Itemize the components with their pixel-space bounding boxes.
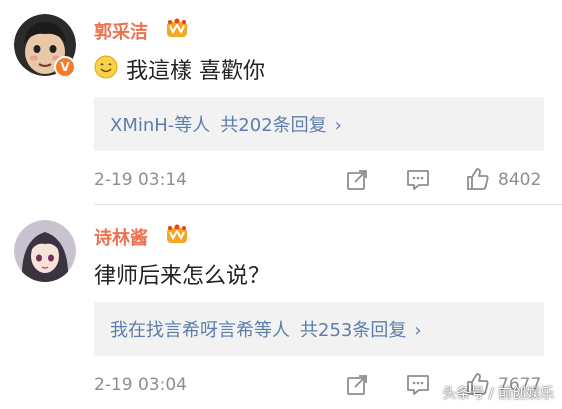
comment-time: 2-19 03:14 xyxy=(94,170,187,190)
username[interactable]: 郭采洁 xyxy=(94,18,148,44)
vip-crown-icon xyxy=(167,18,187,37)
chevron-right-icon: › xyxy=(414,320,422,341)
comment-icon[interactable] xyxy=(405,373,431,397)
watermark: 头条号 / 前创娱乐 xyxy=(442,386,554,402)
comment-text: 律师后来怎么说？ xyxy=(94,264,271,289)
reply-summary-box[interactable]: 我在找言希呀言希等人 共253条回复 › xyxy=(94,302,544,356)
like-icon[interactable] xyxy=(465,166,491,192)
chevron-right-icon: › xyxy=(334,115,342,136)
comment-item: 诗林酱 律师后来怎么说？ 我在找言希呀言希等人 共253条回复 › 2-19 03:… xyxy=(0,205,562,409)
reply-count: 共253条回复 xyxy=(300,320,407,341)
comment-item: V 郭采洁 我這樣 喜歡你 XMinH-等人 共202条回复 › 2-19 03:1… xyxy=(0,0,562,205)
reply-users: 我在找言希呀言希等人 xyxy=(110,320,290,341)
like-count: 8402 xyxy=(498,170,542,190)
reply-summary-box[interactable]: XMinH-等人 共202条回复 › xyxy=(94,97,544,151)
forward-icon[interactable] xyxy=(345,373,369,397)
comment-time: 2-19 03:04 xyxy=(94,375,187,395)
reply-users: XMinH-等人 xyxy=(110,115,211,136)
forward-icon[interactable] xyxy=(345,168,369,192)
avatar[interactable] xyxy=(14,220,76,282)
verified-v-icon: V xyxy=(54,56,76,78)
comment-text: 我這樣 喜歡你 xyxy=(126,59,265,84)
reply-count: 共202条回复 xyxy=(220,115,327,136)
smile-emoji-icon xyxy=(94,55,118,79)
vip-crown-icon xyxy=(167,224,187,243)
username[interactable]: 诗林酱 xyxy=(94,224,148,250)
comment-icon[interactable] xyxy=(405,168,431,192)
